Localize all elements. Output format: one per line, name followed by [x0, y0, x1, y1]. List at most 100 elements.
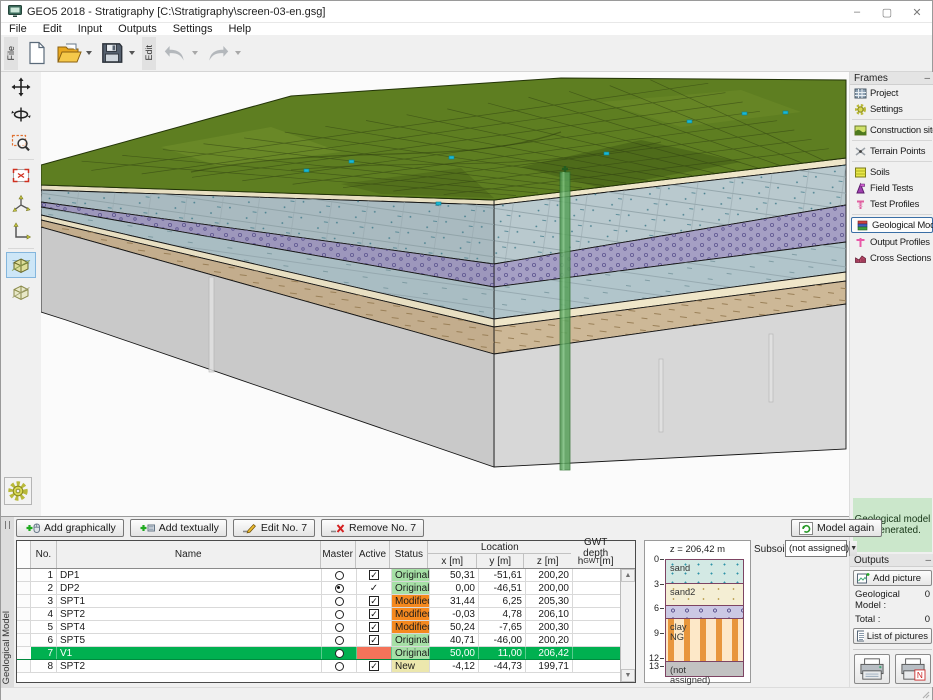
master-radio [335, 636, 344, 645]
maximize-button[interactable]: ▢ [872, 1, 902, 23]
active-checkbox: ✓ [369, 609, 379, 619]
view-toolbar [1, 72, 41, 516]
resize-grip[interactable] [921, 690, 931, 700]
row-marker [17, 634, 31, 646]
undo-dropdown-caret[interactable] [192, 51, 198, 55]
field-tests-icon [854, 182, 867, 195]
menu-item-file[interactable]: File [1, 23, 35, 35]
open-file-button[interactable] [54, 38, 84, 68]
cell-active[interactable] [357, 647, 392, 659]
view-axonometry-button[interactable] [6, 280, 36, 306]
rotate-view-button[interactable] [6, 102, 36, 128]
table-row-spt1[interactable]: 3SPT1✓Modified31,446,25205,30 [17, 595, 635, 608]
frames-minimize-icon[interactable]: – [924, 73, 930, 84]
zoom-window-button[interactable] [6, 130, 36, 156]
toolbar-separator [8, 248, 34, 249]
cell-z: 205,30 [526, 595, 573, 607]
subsoil-value: (not assigned) [786, 543, 849, 554]
menu-item-help[interactable]: Help [220, 23, 259, 35]
row-marker [17, 660, 31, 672]
profile-layer [666, 606, 743, 619]
undo-icon[interactable] [160, 38, 190, 68]
cell-active[interactable]: ✓ [357, 582, 392, 594]
frames-item-project[interactable]: Project [850, 85, 933, 101]
new-file-button[interactable] [22, 38, 52, 68]
redo-icon[interactable] [203, 38, 233, 68]
print-preview-button[interactable]: N [895, 654, 931, 684]
cell-active[interactable]: ✓ [357, 569, 392, 581]
add-graphically-button[interactable]: Add graphically [16, 519, 124, 537]
depth-tick-label: 9 [645, 628, 659, 638]
table-row-v1[interactable]: ►7V1Original50,0011,00206,42 [17, 647, 635, 660]
view-3d-button[interactable] [6, 252, 36, 278]
frames-item-terrain-points[interactable]: Terrain Points [850, 143, 933, 159]
cell-master[interactable] [322, 647, 357, 659]
edit-row-button[interactable]: Edit No. 7 [233, 519, 315, 537]
frame-grip[interactable] [5, 521, 10, 529]
axes-3d-button[interactable] [6, 191, 36, 217]
frames-item-cross-sections[interactable]: Cross Sections [850, 250, 933, 266]
soil-profile-panel: z = 206,42 m 03691213 sandsand2clayNG(no… [644, 540, 751, 683]
master-radio [335, 649, 344, 658]
table-row-dp1[interactable]: 1DP1✓Original50,31-51,61200,20 [17, 569, 635, 582]
table-row-spt2[interactable]: 4SPT2✓Modified-0,034,78206,10 [17, 608, 635, 621]
cell-gwt [573, 569, 622, 581]
print-button[interactable] [854, 654, 890, 684]
frames-item-test-profiles[interactable]: Test Profiles [850, 196, 933, 212]
frames-item-output-profiles[interactable]: Output Profiles [850, 234, 933, 250]
cell-active[interactable]: ✓ [357, 660, 392, 672]
model-3d-viewport[interactable] [41, 72, 849, 516]
cell-status: Original [392, 582, 430, 594]
subsoil-dropdown[interactable]: (not assigned) ▼ [785, 540, 847, 557]
zoom-extents-button[interactable] [6, 163, 36, 189]
close-button[interactable]: ✕ [902, 1, 932, 23]
frames-item-construction-site[interactable]: Construction site [850, 122, 933, 138]
cell-master[interactable] [322, 634, 357, 646]
save-button[interactable] [97, 38, 127, 68]
remove-row-button[interactable]: Remove No. 7 [321, 519, 424, 537]
cell-active[interactable]: ✓ [357, 634, 392, 646]
frames-item-soils[interactable]: Soils [850, 164, 933, 180]
table-row-spt4[interactable]: 5SPT4✓Modified50,24-7,65200,30 [17, 621, 635, 634]
cell-active[interactable]: ✓ [357, 608, 392, 620]
open-dropdown-caret[interactable] [86, 51, 92, 55]
menu-item-edit[interactable]: Edit [35, 23, 70, 35]
cell-name: SPT5 [57, 634, 322, 646]
cell-active[interactable]: ✓ [357, 595, 392, 607]
add-textually-button[interactable]: Add textually [130, 519, 227, 537]
cell-master[interactable] [322, 582, 357, 594]
cell-master[interactable] [322, 621, 357, 633]
menu-item-outputs[interactable]: Outputs [110, 23, 165, 35]
frames-item-field-tests[interactable]: Field Tests [850, 180, 933, 196]
menu-item-settings[interactable]: Settings [165, 23, 221, 35]
frames-item-settings[interactable]: Settings [850, 101, 933, 117]
outputs-minimize-icon[interactable]: – [925, 555, 931, 566]
axes-plan-button[interactable] [6, 219, 36, 245]
table-row-spt5[interactable]: 6SPT5✓Original40,71-46,00200,20 [17, 634, 635, 647]
save-dropdown-caret[interactable] [129, 51, 135, 55]
app-icon [8, 5, 22, 18]
table-row-dp2[interactable]: 2DP2✓Original0,00-46,51200,00 [17, 582, 635, 595]
scroll-down-icon[interactable]: ▼ [621, 669, 635, 682]
move-view-button[interactable] [6, 74, 36, 100]
cell-no: 8 [31, 660, 57, 672]
list-of-pictures-button[interactable]: List of pictures [853, 628, 932, 644]
window-title: GEO5 2018 - Stratigraphy [C:\Stratigraph… [27, 6, 325, 18]
cell-master[interactable] [322, 595, 357, 607]
cell-master[interactable] [322, 660, 357, 672]
table-scrollbar[interactable]: ▲ ▼ [620, 569, 635, 682]
edit-group-tab: Edit [142, 37, 156, 70]
model-again-button[interactable]: Model again [791, 519, 882, 537]
add-picture-button[interactable]: Add picture [853, 570, 932, 586]
cell-master[interactable] [322, 569, 357, 581]
depth-tick-mark [660, 658, 664, 659]
redo-dropdown-caret[interactable] [235, 51, 241, 55]
minimize-button[interactable]: – [842, 1, 872, 23]
frames-item-geological-model[interactable]: Geological Model [851, 217, 933, 233]
scroll-up-icon[interactable]: ▲ [621, 569, 635, 582]
table-row-spt2[interactable]: 8SPT2✓New-4,12-44,73199,71 [17, 660, 635, 673]
cell-master[interactable] [322, 608, 357, 620]
cell-active[interactable]: ✓ [357, 621, 392, 633]
view-settings-button[interactable] [4, 477, 32, 505]
menu-item-input[interactable]: Input [70, 23, 110, 35]
